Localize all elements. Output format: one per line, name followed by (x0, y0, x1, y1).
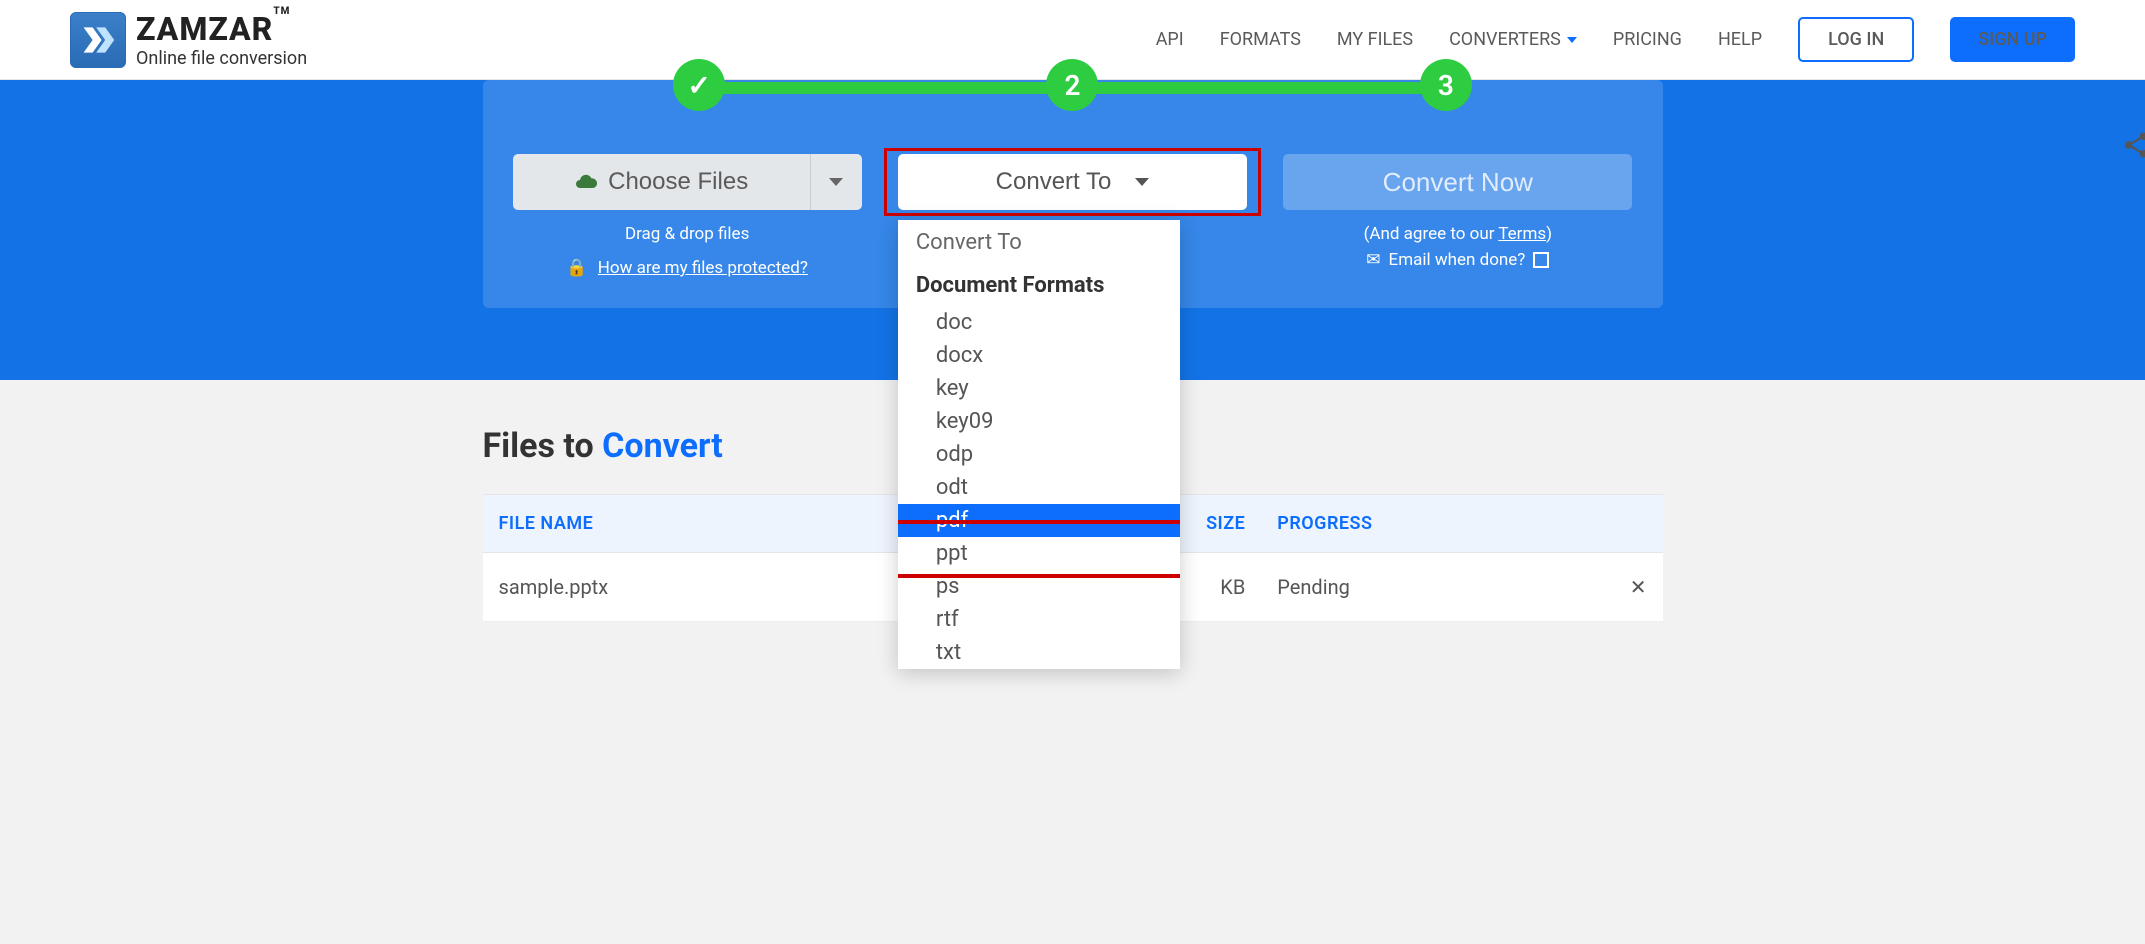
choose-files-column: Choose Files Drag & drop files 🔒 How are… (513, 154, 862, 278)
dropdown-group-label: Document Formats (898, 265, 1180, 306)
logo[interactable]: ZAMZARTM Online file conversion (70, 10, 307, 69)
nav-myfiles[interactable]: MY FILES (1337, 29, 1413, 50)
top-nav: API FORMATS MY FILES CONVERTERS PRICING … (1156, 17, 2075, 62)
share-icon[interactable] (2121, 130, 2145, 166)
terms-line: (And agree to our Terms) (1364, 224, 1552, 244)
drag-drop-hint: Drag & drop files (625, 224, 749, 244)
dropdown-option-odp[interactable]: odp (898, 438, 1180, 471)
email-when-done-checkbox[interactable] (1533, 252, 1549, 268)
cloud-upload-icon (574, 170, 598, 194)
nav-pricing[interactable]: PRICING (1613, 29, 1682, 50)
nav-converters[interactable]: CONVERTERS (1449, 29, 1577, 50)
email-when-done-label: Email when done? (1389, 250, 1526, 270)
dropdown-option-rtf[interactable]: rtf (898, 603, 1180, 636)
nav-formats[interactable]: FORMATS (1220, 29, 1301, 50)
mail-icon: ✉ (1366, 250, 1380, 270)
steps-bar: ✓ 2 3 (513, 80, 1633, 110)
dropdown-option-pdf[interactable]: pdf (898, 504, 1180, 537)
convert-to-select[interactable]: Convert To (898, 154, 1247, 210)
convert-to-column: Convert To Convert To Document Formats d… (898, 154, 1247, 210)
dropdown-option-txt[interactable]: txt (898, 636, 1180, 669)
dropdown-option-key[interactable]: key (898, 372, 1180, 405)
nav-help[interactable]: HELP (1718, 29, 1762, 50)
hero-panel: ✓ 2 3 Choose Files Drag & drop files (0, 80, 2145, 380)
convert-to-dropdown: Convert To Document Formats doc docx key… (898, 220, 1180, 669)
step-3-circle: 3 (1420, 59, 1472, 111)
dropdown-option-odt[interactable]: odt (898, 471, 1180, 504)
terms-link[interactable]: Terms (1498, 224, 1546, 244)
choose-files-dropdown-toggle[interactable] (810, 154, 862, 210)
dropdown-option-doc[interactable]: doc (898, 306, 1180, 339)
dropdown-header: Convert To (898, 220, 1180, 265)
dropdown-option-ppt[interactable]: ppt (898, 537, 1180, 570)
login-button[interactable]: LOG IN (1798, 17, 1914, 62)
choose-files-button[interactable]: Choose Files (513, 154, 810, 210)
convert-now-button[interactable]: Convert Now (1283, 154, 1632, 210)
remove-file-button[interactable]: ✕ (1592, 553, 1663, 622)
chevron-down-icon (1135, 178, 1149, 186)
chevron-down-icon (1567, 37, 1577, 43)
brand-tagline: Online file conversion (136, 48, 307, 69)
signup-button[interactable]: SIGN UP (1950, 17, 2075, 62)
convert-now-column: Convert Now (And agree to our Terms) ✉ E… (1283, 154, 1632, 270)
step-2-circle: 2 (1046, 59, 1098, 111)
files-protected-link[interactable]: How are my files protected? (598, 258, 808, 278)
dropdown-option-key09[interactable]: key09 (898, 405, 1180, 438)
cell-progress: Pending (1261, 553, 1591, 622)
col-header-progress: PROGRESS (1261, 495, 1591, 553)
logo-icon (70, 12, 126, 68)
lock-icon: 🔒 (566, 258, 587, 278)
brand-name: ZAMZARTM (136, 10, 307, 48)
dropdown-option-ps[interactable]: ps (898, 570, 1180, 603)
chevron-down-icon (829, 178, 843, 186)
dropdown-option-docx[interactable]: docx (898, 339, 1180, 372)
step-1-circle: ✓ (673, 59, 725, 111)
nav-api[interactable]: API (1156, 29, 1184, 50)
